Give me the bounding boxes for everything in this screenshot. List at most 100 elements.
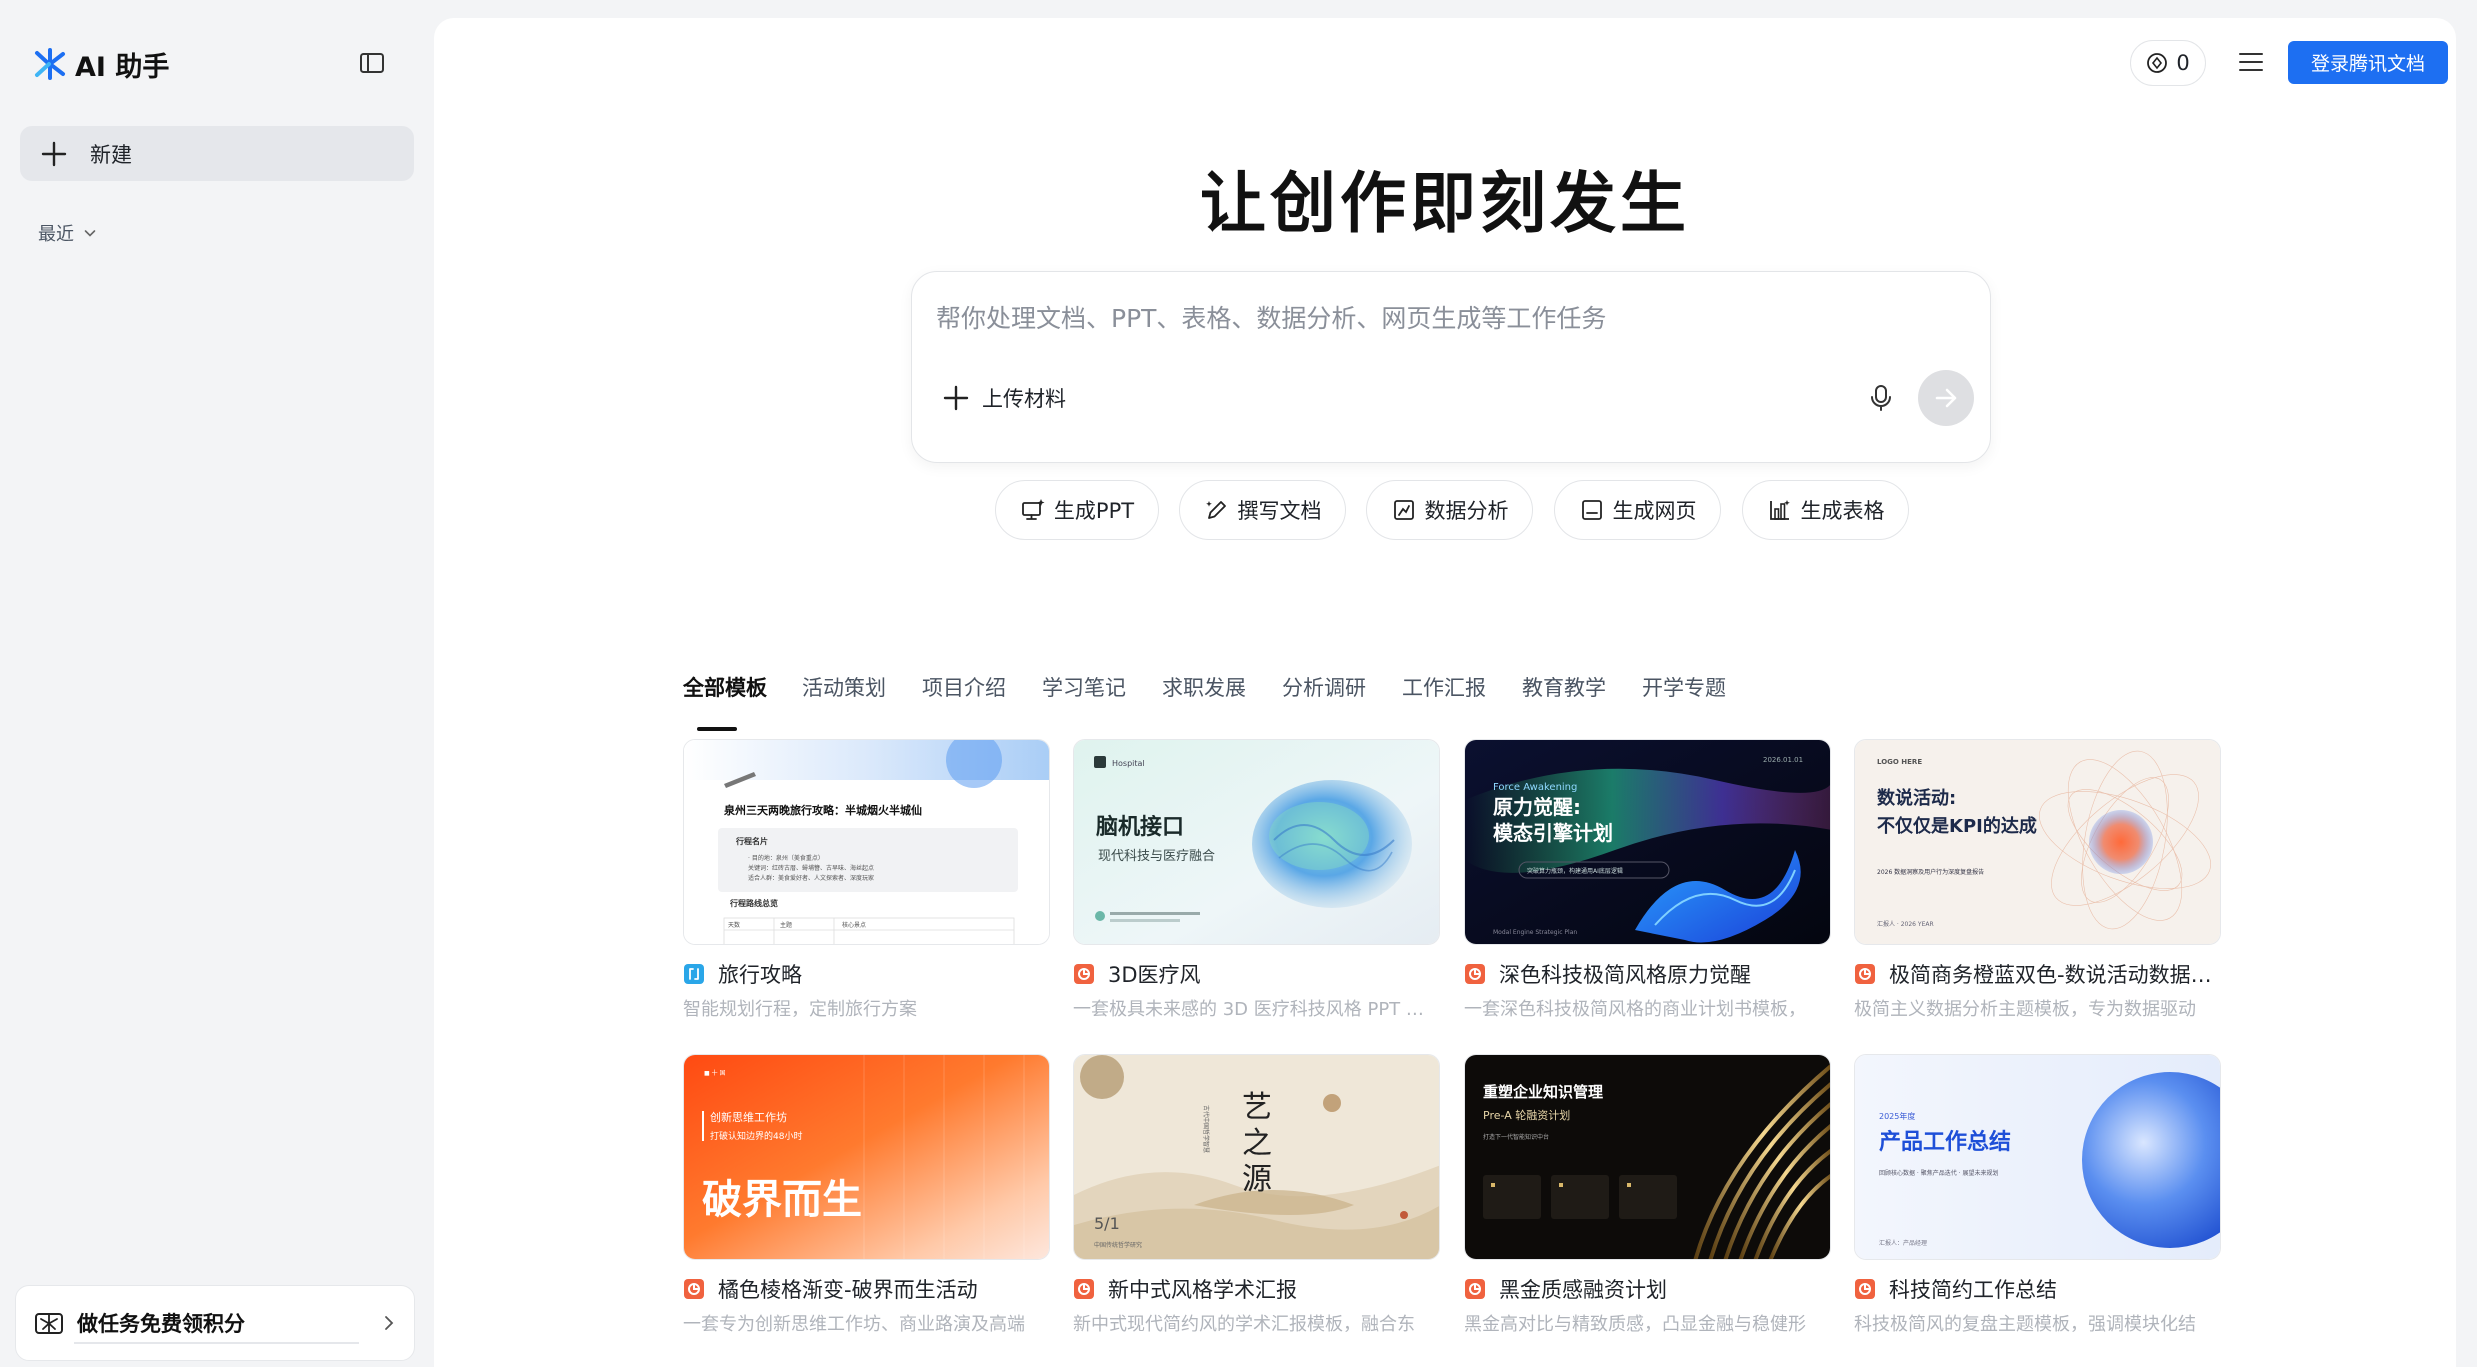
quick-action-label: 生成PPT xyxy=(1053,499,1135,523)
new-chinese-footer: 中国传统哲学研究 xyxy=(1094,1241,1142,1249)
ppt-sparkle-icon xyxy=(1022,499,1045,520)
template-card-3d-medical[interactable]: Hospital 脑机接口 现代科技与医疗融合 3D医疗风 一套极具未来感的 3… xyxy=(1073,739,1440,1029)
quick-action-generate-webpage[interactable]: 生成网页 xyxy=(1554,480,1721,540)
task-rewards-card[interactable]: 做任务免费领积分 xyxy=(15,1285,415,1361)
new-chinese-vertical-sub: 古代中国哲学智慧 xyxy=(1202,1105,1210,1153)
template-desc: 一套极具未来感的 3D 医疗科技风格 PPT 模板 xyxy=(1073,999,1440,1020)
tech-summary-sub: 回顾核心数据 · 聚焦产品迭代 · 展望未来规划 xyxy=(1879,1169,1998,1177)
tech-summary-slide-preview: 2025年度 产品工作总结 回顾核心数据 · 聚焦产品迭代 · 展望未来规划 汇… xyxy=(1855,1055,2220,1259)
black-gold-subheading: Pre-A 轮融资计划 xyxy=(1483,1108,1570,1122)
new-chinese-title-char-1: 艺 xyxy=(1242,1090,1272,1125)
template-card-new-chinese[interactable]: 艺 之 源 古代中国哲学智慧 5/1 中国传统哲学研究 新中式风格学术汇报 新中… xyxy=(1073,1054,1440,1344)
ppt-type-icon xyxy=(1855,1279,1875,1299)
quick-actions: 生成PPT 撰写文档 数据分析 生成网页 生成表格 xyxy=(434,480,2456,542)
data-review-heading: 数说活动: xyxy=(1877,787,1956,809)
template-title: 科技简约工作总结 xyxy=(1889,1278,2057,1302)
tab-research[interactable]: 分析调研 xyxy=(1282,672,1366,702)
new-chat-button[interactable]: 新建 xyxy=(20,126,414,181)
ppt-type-icon xyxy=(1465,1279,1485,1299)
medical-heading: 脑机接口 xyxy=(1096,814,1184,840)
template-thumbnail: 艺 之 源 古代中国哲学智慧 5/1 中国传统哲学研究 xyxy=(1073,1054,1440,1260)
task-rewards-underline xyxy=(74,1342,359,1344)
credits-icon xyxy=(2147,53,2168,73)
ppt-type-icon xyxy=(1465,964,1485,984)
ppt-type-icon xyxy=(684,1279,704,1299)
credits-badge[interactable]: 0 xyxy=(2130,40,2206,86)
tech-summary-heading: 产品工作总结 xyxy=(1879,1129,2011,1155)
template-desc: 一套专为创新思维工作坊、商业路演及高端 xyxy=(683,1314,1025,1335)
tab-career[interactable]: 求职发展 xyxy=(1162,672,1246,702)
quick-action-data-analysis[interactable]: 数据分析 xyxy=(1366,480,1533,540)
plus-icon xyxy=(41,141,67,166)
tab-back-to-school[interactable]: 开学专题 xyxy=(1642,672,1726,702)
template-card-black-gold[interactable]: 重塑企业知识管理 Pre-A 轮融资计划 打造下一代智能知识中台 黑金质感融资计… xyxy=(1464,1054,1831,1344)
template-card-data-review[interactable]: LOGO HERE 数说活动: 不仅仅是KPI的达成 2026 数据洞察及用户行… xyxy=(1854,739,2221,1029)
tab-project-intro[interactable]: 项目介绍 xyxy=(922,672,1006,702)
task-rewards-label: 做任务免费领积分 xyxy=(77,1312,245,1336)
travel-doc-preview: 泉州三天两晚旅行攻略：半城烟火半城仙 行程名片 · 目的地：泉州（美食重点） 关… xyxy=(684,740,1049,944)
template-title: 3D医疗风 xyxy=(1108,963,1201,987)
medical-slide-preview: Hospital 脑机接口 现代科技与医疗融合 xyxy=(1074,740,1439,944)
tab-work-report[interactable]: 工作汇报 xyxy=(1402,672,1486,702)
template-title: 黑金质感融资计划 xyxy=(1499,1278,1667,1302)
travel-line-1: · 目的地：泉州（美食重点） xyxy=(748,854,824,862)
template-card-tech-summary[interactable]: 2025年度 产品工作总结 回顾核心数据 · 聚焦产品迭代 · 展望未来规划 汇… xyxy=(1854,1054,2221,1344)
quick-action-label: 数据分析 xyxy=(1424,499,1509,523)
breakthrough-slide-preview: ■ 十 国 创新思维工作坊 打破认知边界的48小时 破界而生 xyxy=(684,1055,1049,1259)
new-chat-label: 新建 xyxy=(90,142,132,167)
upload-material-button[interactable]: 上传材料 xyxy=(942,383,1066,413)
travel-col-1: 天数 xyxy=(728,921,740,929)
template-thumbnail: ■ 十 国 创新思维工作坊 打破认知边界的48小时 破界而生 xyxy=(683,1054,1050,1260)
black-gold-heading: 重塑企业知识管理 xyxy=(1483,1083,1603,1101)
main-panel: 0 登录腾讯文档 让创作即刻发生 上传材料 xyxy=(434,18,2456,1367)
data-review-slide-preview: LOGO HERE 数说活动: 不仅仅是KPI的达成 2026 数据洞察及用户行… xyxy=(1855,740,2220,944)
ppt-type-icon xyxy=(1074,1279,1094,1299)
tab-study-notes[interactable]: 学习笔记 xyxy=(1042,672,1126,702)
tech-summary-footer: 汇报人：产品经理 xyxy=(1879,1239,1927,1247)
sidebar-toggle-button[interactable] xyxy=(357,48,387,78)
tab-all-templates[interactable]: 全部模板 xyxy=(683,672,767,702)
quick-action-write-doc[interactable]: 撰写文档 xyxy=(1179,480,1346,540)
template-card-travel-guide[interactable]: 泉州三天两晚旅行攻略：半城烟火半城仙 行程名片 · 目的地：泉州（美食重点） 关… xyxy=(683,739,1050,1029)
quick-action-generate-table[interactable]: 生成表格 xyxy=(1742,480,1909,540)
chevron-down-icon xyxy=(84,230,96,237)
brand-name: AI 助手 xyxy=(75,51,170,83)
send-button[interactable] xyxy=(1918,370,1974,426)
voice-input-button[interactable] xyxy=(1865,382,1897,414)
table-chart-icon xyxy=(1769,500,1790,520)
sidebar-toggle-icon xyxy=(360,53,384,73)
chevron-right-icon xyxy=(385,1316,394,1330)
breakthrough-big-title: 破界而生 xyxy=(702,1177,862,1223)
breakthrough-brand: ■ 十 国 xyxy=(704,1069,725,1077)
new-chinese-slide-preview: 艺 之 源 古代中国哲学智慧 5/1 中国传统哲学研究 xyxy=(1074,1055,1439,1259)
template-card-force-awakening[interactable]: 2026.01.01 Force Awakening 原力觉醒: 模态引擎计划 … xyxy=(1464,739,1831,1029)
template-thumbnail: 2026.01.01 Force Awakening 原力觉醒: 模态引擎计划 … xyxy=(1464,739,1831,945)
microphone-icon xyxy=(1871,385,1891,411)
template-desc: 智能规划行程，定制旅行方案 xyxy=(683,999,917,1020)
brand[interactable]: AI 助手 xyxy=(33,47,170,83)
menu-button[interactable] xyxy=(2234,45,2268,79)
travel-section-1: 行程名片 xyxy=(735,836,768,846)
template-title: 深色科技极简风格原力觉醒 xyxy=(1499,963,1751,987)
quick-action-generate-ppt[interactable]: 生成PPT xyxy=(995,480,1159,540)
template-thumbnail: 泉州三天两晚旅行攻略：半城烟火半城仙 行程名片 · 目的地：泉州（美食重点） 关… xyxy=(683,739,1050,945)
template-title: 新中式风格学术汇报 xyxy=(1108,1278,1297,1302)
recent-toggle[interactable]: 最近 xyxy=(38,220,98,246)
tab-event-planning[interactable]: 活动策划 xyxy=(802,672,886,702)
breakthrough-subheading: 打破认知边界的48小时 xyxy=(710,1130,802,1142)
template-title: 极简商务橙蓝双色-数说活动数据复盘 xyxy=(1889,963,2221,987)
tech-summary-tag: 2025年度 xyxy=(1879,1111,1915,1121)
tab-education[interactable]: 教育教学 xyxy=(1522,672,1606,702)
new-chinese-number: 5/1 xyxy=(1094,1214,1120,1233)
travel-line-2: 关键词：红砖古厝、蟳埔簪、古早味、海丝起点 xyxy=(748,864,874,872)
force-awakening-slide-preview: 2026.01.01 Force Awakening 原力觉醒: 模态引擎计划 … xyxy=(1465,740,1830,944)
login-button[interactable]: 登录腾讯文档 xyxy=(2288,41,2448,84)
arrow-right-icon xyxy=(1935,388,1957,408)
template-card-breakthrough[interactable]: ■ 十 国 创新思维工作坊 打破认知边界的48小时 破界而生 橘色棱格渐变-破界… xyxy=(683,1054,1050,1344)
force-pill: 突破算力瓶颈，构建通用AI底层逻辑 xyxy=(1527,867,1623,875)
force-footer: Modal Engine Strategic Plan xyxy=(1493,929,1577,936)
hamburger-menu-icon xyxy=(2239,53,2263,71)
prompt-input[interactable] xyxy=(936,296,1956,340)
force-subheading: 模态引擎计划 xyxy=(1493,821,1613,845)
ppt-type-icon xyxy=(1074,964,1094,984)
